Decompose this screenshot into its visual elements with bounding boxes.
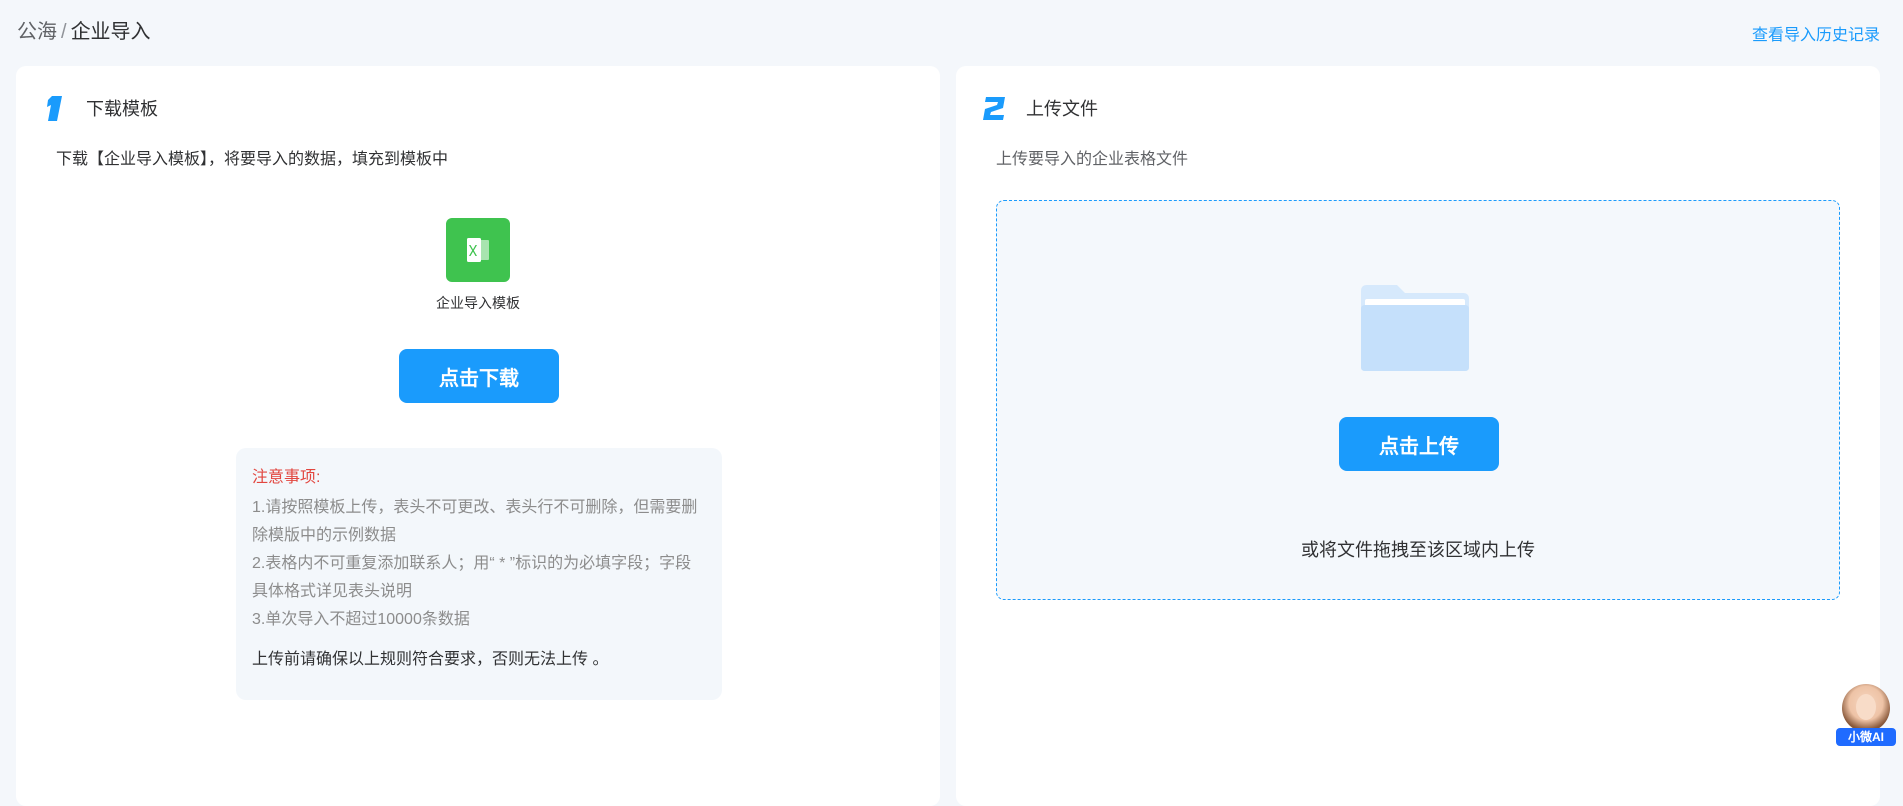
breadcrumb: 公海 / 企业导入 [17, 19, 151, 45]
breadcrumb-separator: / [61, 21, 67, 43]
folder-icon [1359, 283, 1471, 373]
notice-line: 除模版中的示例数据 [252, 527, 397, 544]
step-1-description: 下载【企业导入模板】，将要导入的数据，填充到模板中 [56, 151, 449, 168]
notice-line: 3.单次导入不超过10000条数据 [252, 611, 470, 628]
step-2-title: 上传文件 [1026, 99, 1098, 119]
step-1-number-icon [38, 90, 70, 126]
step-1-title: 下载模板 [86, 99, 158, 119]
notice-line: 2.表格内不可重复添加联系人；用“ * ”标识的为必填字段；字段 [252, 555, 692, 572]
drop-hint: 或将文件拖拽至该区域内上传 [1301, 540, 1535, 560]
excel-file-icon[interactable] [446, 218, 510, 282]
assistant-avatar [1842, 684, 1890, 732]
ai-assistant-widget[interactable]: 小微AI [1836, 684, 1896, 748]
breadcrumb-parent[interactable]: 公海 [17, 21, 57, 43]
download-template-card: 下载模板 下载【企业导入模板】，将要导入的数据，填充到模板中 企业导入模板 点击… [16, 66, 940, 806]
notice-footer: 上传前请确保以上规则符合要求，否则无法上传 。 [252, 651, 609, 668]
upload-button[interactable]: 点击上传 [1339, 417, 1499, 471]
notice-title: 注意事项: [252, 469, 321, 486]
upload-file-card: 上传文件 上传要导入的企业表格文件 点击上传 或将文件拖拽至该区域内上传 [956, 66, 1880, 806]
download-button[interactable]: 点击下载 [399, 349, 559, 403]
notice-line: 具体格式详见表头说明 [252, 583, 413, 600]
step-2-header: 上传文件 [978, 90, 1098, 126]
file-drop-zone[interactable]: 点击上传 或将文件拖拽至该区域内上传 [996, 200, 1840, 600]
assistant-label: 小微AI [1836, 728, 1896, 746]
step-2-description: 上传要导入的企业表格文件 [996, 151, 1189, 168]
step-2-number-icon [978, 90, 1010, 126]
step-1-header: 下载模板 [38, 90, 158, 126]
notice-line: 1.请按照模板上传，表头不可更改、表头行不可删除，但需要删 [252, 499, 698, 516]
assistant-face [1856, 694, 1876, 720]
top-bar: 公海 / 企业导入 查看导入历史记录 [0, 0, 1903, 64]
template-file-name: 企业导入模板 [436, 295, 520, 311]
notice-box: 注意事项: 1.请按照模板上传，表头不可更改、表头行不可删除，但需要删 除模版中… [236, 448, 722, 700]
view-import-history-link[interactable]: 查看导入历史记录 [1752, 21, 1880, 45]
breadcrumb-current: 企业导入 [70, 21, 151, 43]
